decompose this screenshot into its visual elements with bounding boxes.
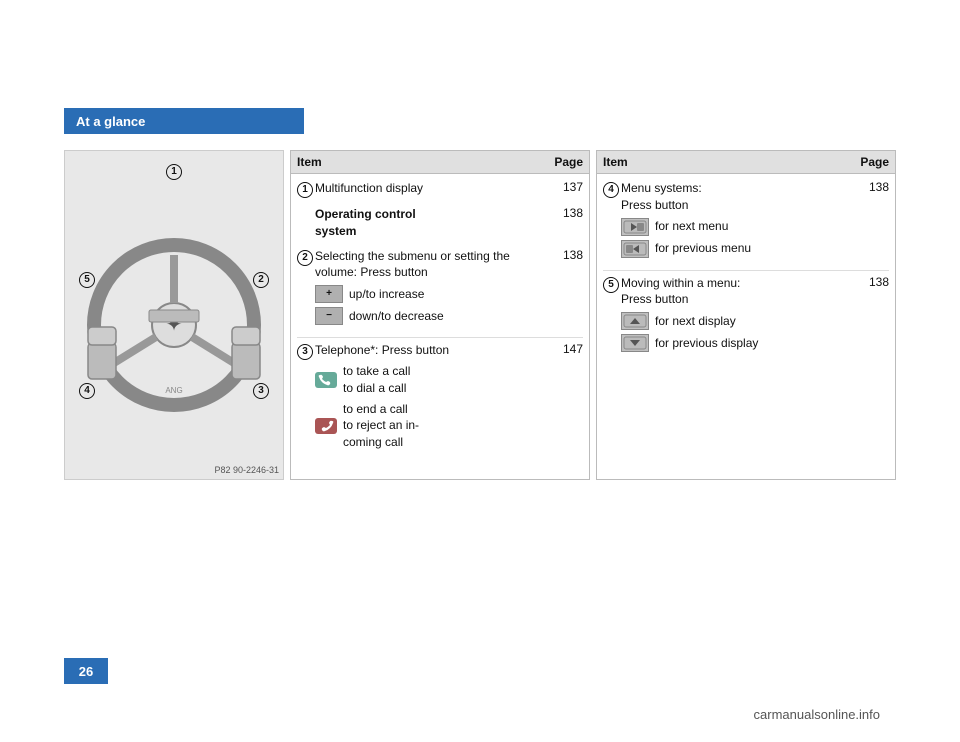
page-number-box: 26 bbox=[64, 658, 108, 684]
icon-row-next-display: for next display bbox=[621, 312, 851, 330]
wheel-label-3: 3 bbox=[253, 382, 269, 399]
table-row: 3 Telephone*: Press button to take a cal… bbox=[297, 342, 583, 455]
svg-text:ANG: ANG bbox=[165, 386, 182, 395]
icon-row-next-menu: for next menu bbox=[621, 218, 851, 236]
page-number: 26 bbox=[79, 664, 93, 679]
phone-end-icon bbox=[315, 418, 337, 434]
icon-row-prev-display: for previous display bbox=[621, 334, 851, 352]
divider bbox=[297, 337, 583, 338]
plus-icon: + bbox=[315, 285, 343, 303]
steering-wheel-svg: ✦ ANG bbox=[74, 215, 274, 415]
next-display-icon bbox=[621, 312, 649, 330]
icon-row-prev-menu: for previous menu bbox=[621, 240, 851, 258]
right-table-body: 4 Menu systems:Press button f bbox=[597, 174, 895, 370]
main-content: ✦ ANG 1 2 3 4 5 bbox=[64, 150, 896, 480]
minus-icon: − bbox=[315, 307, 343, 325]
phone-call-icon bbox=[315, 372, 337, 388]
divider bbox=[603, 270, 889, 271]
header-title: At a glance bbox=[76, 114, 145, 129]
footer-url-text: carmanualsonline.info bbox=[754, 707, 880, 722]
table-row: Operating controlsystem 138 bbox=[297, 206, 583, 240]
icon-row-increase: + up/to increase bbox=[315, 285, 545, 303]
left-table-body: 1 Multifunction display 137 Operating co… bbox=[291, 174, 589, 469]
right-col-page-header: Page bbox=[849, 155, 889, 169]
table-row: 5 Moving within a menu:Press button for … bbox=[603, 275, 889, 357]
icon-row-endcall: to end a callto reject an in-coming call bbox=[315, 401, 545, 451]
wheel-label-1: 1 bbox=[166, 163, 182, 180]
icon-row-call: to take a callto dial a call bbox=[315, 363, 545, 397]
prev-display-icon bbox=[621, 334, 649, 352]
steering-wheel-image: ✦ ANG 1 2 3 4 5 bbox=[64, 150, 284, 480]
footer-url: carmanualsonline.info bbox=[754, 707, 880, 722]
left-col-item-header: Item bbox=[297, 155, 543, 169]
wheel-label-5: 5 bbox=[79, 271, 95, 288]
prev-menu-icon bbox=[621, 240, 649, 258]
tables-area: Item Page 1 Multifunction display 137 Op… bbox=[284, 150, 896, 480]
table-row: 2 Selecting the submenu or setting the v… bbox=[297, 248, 583, 330]
wheel-label-2: 2 bbox=[253, 271, 269, 288]
icon-row-decrease: − down/to decrease bbox=[315, 307, 545, 325]
right-table-header: Item Page bbox=[597, 151, 895, 174]
next-menu-icon bbox=[621, 218, 649, 236]
left-col-page-header: Page bbox=[543, 155, 583, 169]
image-caption: P82 90-2246-31 bbox=[214, 465, 279, 475]
header-bar: At a glance bbox=[64, 108, 304, 134]
wheel-label-4: 4 bbox=[79, 382, 95, 399]
table-row: 4 Menu systems:Press button f bbox=[603, 180, 889, 262]
right-col-item-header: Item bbox=[603, 155, 849, 169]
left-table-header: Item Page bbox=[291, 151, 589, 174]
right-table: Item Page 4 Menu systems:Press button bbox=[596, 150, 896, 480]
table-row: 1 Multifunction display 137 bbox=[297, 180, 583, 198]
left-table: Item Page 1 Multifunction display 137 Op… bbox=[290, 150, 590, 480]
